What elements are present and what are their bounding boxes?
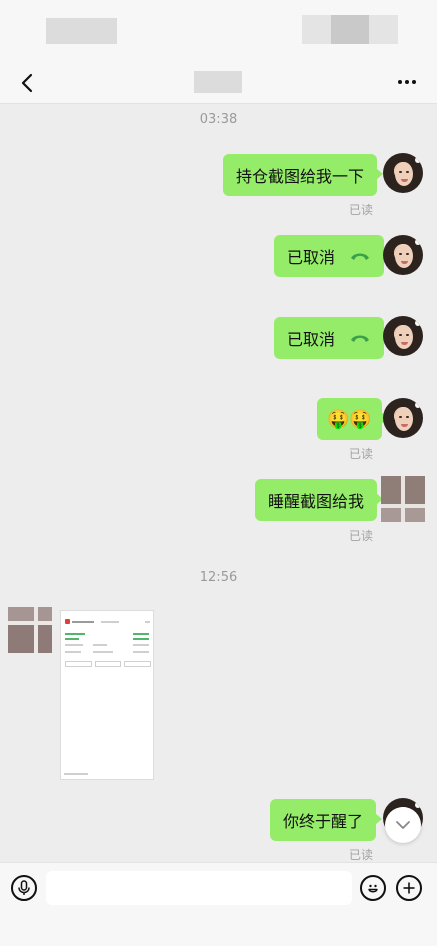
image-message-thumbnail[interactable] xyxy=(60,610,154,780)
chevron-down-icon xyxy=(396,821,410,829)
phone-hangup-icon xyxy=(349,250,371,262)
phone-hangup-icon xyxy=(349,332,371,344)
image-line xyxy=(93,651,113,653)
avatar-eye xyxy=(399,334,402,336)
avatar-pixelated[interactable] xyxy=(381,476,425,522)
avatar-eye xyxy=(399,171,402,173)
image-buttons xyxy=(65,661,152,667)
image-line xyxy=(133,644,149,646)
microphone-icon xyxy=(18,880,30,895)
read-status: 已读 xyxy=(349,529,374,543)
avatar-face xyxy=(395,407,413,431)
avatar-face xyxy=(395,325,413,349)
message-text: 睡醒截图给我 xyxy=(268,492,365,511)
read-status: 已读 xyxy=(349,447,374,461)
avatar[interactable] xyxy=(383,235,423,275)
avatar-eye xyxy=(406,171,409,173)
image-line xyxy=(93,644,107,646)
emoji-icon xyxy=(368,884,378,893)
avatar-pixelated[interactable] xyxy=(8,607,52,653)
status-bar-blurred-right xyxy=(302,15,398,44)
more-icon-dot xyxy=(405,80,409,84)
input-bar xyxy=(0,862,437,946)
message-bubble[interactable]: 你终于醒了 xyxy=(270,799,383,841)
avatar-eye xyxy=(406,416,409,418)
avatar-eye xyxy=(399,253,402,255)
message-text: 持仓截图给我一下 xyxy=(236,167,365,186)
avatar-dot xyxy=(415,239,421,245)
image-button xyxy=(94,661,122,667)
avatar-face xyxy=(395,244,413,268)
image-button xyxy=(65,661,92,667)
chevron-left-icon xyxy=(21,73,33,93)
image-line xyxy=(72,621,94,623)
avatar-face xyxy=(395,162,413,186)
plus-icon xyxy=(403,882,415,894)
avatar-dot xyxy=(415,802,421,808)
more-icon-dot xyxy=(412,80,416,84)
read-status: 已读 xyxy=(349,203,374,217)
add-button[interactable] xyxy=(396,875,422,901)
more-button[interactable] xyxy=(395,70,419,94)
avatar-eye xyxy=(406,334,409,336)
read-status: 已读 xyxy=(349,848,374,862)
message-input[interactable] xyxy=(46,871,352,905)
call-record-bubble[interactable]: 已取消 xyxy=(274,235,391,277)
more-icon xyxy=(398,80,402,84)
call-record-bubble[interactable]: 已取消 xyxy=(274,317,391,359)
timestamp: 03:38 xyxy=(199,112,238,127)
image-header xyxy=(65,617,151,629)
message-bubble[interactable]: 持仓截图给我一下 xyxy=(223,154,384,196)
image-line xyxy=(133,633,149,635)
avatar-eye xyxy=(399,416,402,418)
message-bubble[interactable]: 睡醒截图给我 xyxy=(255,479,384,521)
image-line xyxy=(65,638,79,640)
image-line xyxy=(133,638,149,640)
voice-button[interactable] xyxy=(11,875,37,901)
image-line xyxy=(133,651,149,653)
image-button xyxy=(124,661,152,667)
emoji-button[interactable] xyxy=(360,875,386,901)
back-button[interactable] xyxy=(14,70,40,96)
message-text: 你终于醒了 xyxy=(283,812,364,831)
image-line xyxy=(65,651,81,653)
avatar-eye xyxy=(406,253,409,255)
avatar[interactable] xyxy=(383,316,423,356)
avatar[interactable] xyxy=(383,398,423,438)
chat-header xyxy=(0,60,437,104)
avatar-dot xyxy=(415,157,421,163)
money-face-emoji: 🤑🤑 xyxy=(327,408,372,430)
emoji-bubble[interactable]: 🤑🤑 xyxy=(317,398,388,440)
avatar[interactable] xyxy=(383,153,423,193)
message-text: 已取消 xyxy=(287,248,336,267)
status-bar-blurred-left xyxy=(46,18,117,44)
image-logo xyxy=(65,619,70,624)
avatar-dot xyxy=(415,320,421,326)
avatar-dot xyxy=(415,402,421,408)
image-line xyxy=(145,621,150,623)
image-line xyxy=(101,621,119,623)
chat-title-blurred xyxy=(194,71,242,93)
scroll-to-bottom-button[interactable] xyxy=(385,807,421,843)
image-line xyxy=(65,633,85,635)
message-text: 已取消 xyxy=(287,330,336,349)
status-bar xyxy=(0,0,437,60)
image-line xyxy=(65,644,83,646)
image-footer xyxy=(64,773,88,775)
timestamp: 12:56 xyxy=(199,570,238,585)
